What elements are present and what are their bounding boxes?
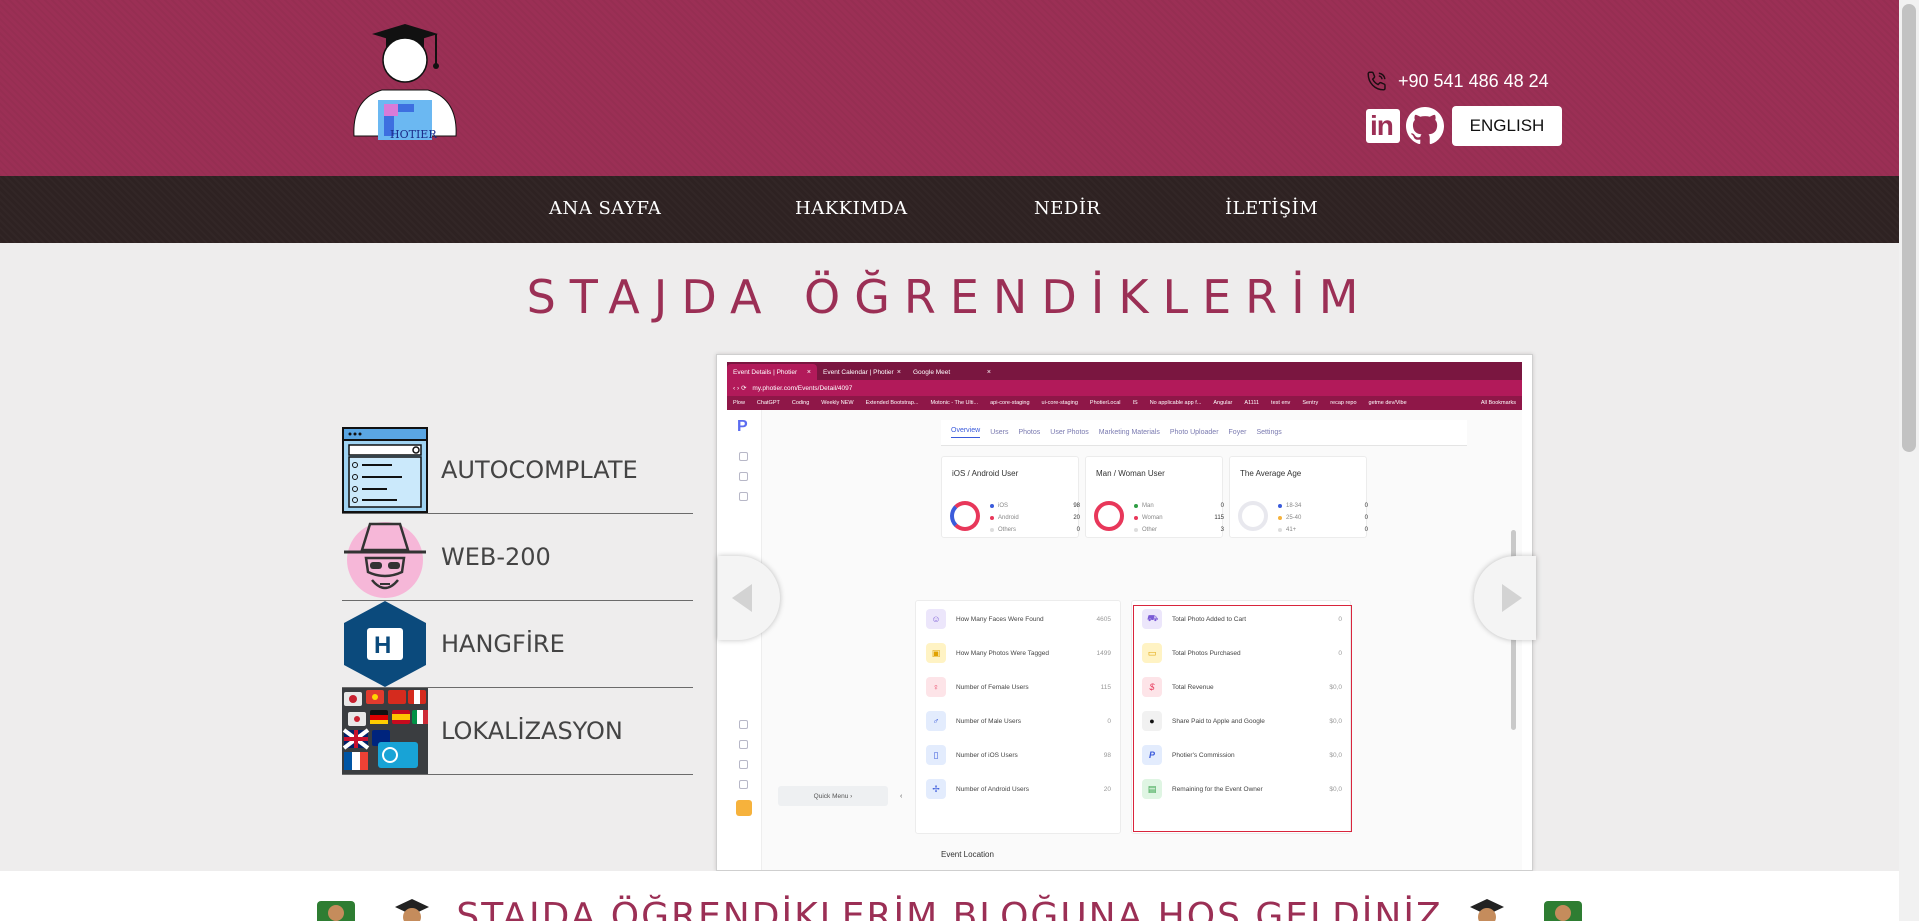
stat-card: Man / Woman User Man 0 Woman 115 Other 3	[1085, 456, 1224, 538]
phone-text: +90 541 486 48 24	[1398, 70, 1549, 91]
app-sidebar: P	[727, 410, 762, 870]
technologist-emoji-icon	[1543, 901, 1582, 921]
main-nav: ANA SAYFA HAKKIMDA NEDİR İLETİŞİM	[0, 176, 1899, 243]
page-scrollbar[interactable]	[1899, 0, 1919, 921]
logo-text: HOTIER	[390, 128, 437, 141]
student-emoji-icon	[1470, 899, 1505, 921]
topic-label: WEB-200	[441, 543, 551, 571]
image-slider: Event Details | Photier × Event Calendar …	[716, 354, 1533, 871]
dashboard-tabs: Overview Users Photos User Photos Market…	[941, 420, 1467, 446]
contact-block: +90 541 486 48 24	[1366, 70, 1549, 92]
photier-logo[interactable]: HOTIER	[342, 24, 468, 150]
topic-hangfire[interactable]: H HANGFİRE	[342, 601, 693, 688]
stat-card: iOS / Android User iOS 98 Android 20 Other…	[941, 456, 1080, 538]
chevron-right-icon	[1502, 584, 1522, 612]
nav-item-home[interactable]: ANA SAYFA	[549, 198, 661, 219]
browser-tab[interactable]: Google Meet ×	[907, 364, 997, 380]
sidebar-icon	[739, 492, 748, 501]
nav-item-about[interactable]: HAKKIMDA	[795, 198, 908, 219]
svg-text:H: H	[374, 632, 391, 659]
browser-url-bar: ‹ › ⟳ my.photier.com/Events/Detail/4097	[727, 380, 1522, 396]
topic-label: LOKALİZASYON	[441, 717, 623, 745]
topic-label: HANGFİRE	[441, 630, 565, 658]
sidebar-icon	[739, 452, 748, 461]
technologist-emoji-icon	[317, 901, 356, 921]
collapse-toggle[interactable]: ‹	[900, 793, 902, 800]
autocomplete-icon	[342, 427, 428, 513]
browser-tab[interactable]: Event Calendar | Photier ×	[817, 364, 907, 380]
topic-label: AUTOCOMPLATE	[441, 456, 638, 484]
quick-menu-button[interactable]: Quick Menu ›	[778, 786, 888, 806]
highlight-box	[1133, 605, 1352, 832]
user-avatar	[736, 800, 752, 816]
stat-card: The Average Age 18-34 0 25-40 0 41+ 0	[1229, 456, 1368, 538]
topic-localization[interactable]: LOKALİZASYON	[342, 688, 693, 775]
sidebar-icon	[739, 740, 748, 749]
browser-tab-bar: Event Details | Photier × Event Calendar …	[727, 362, 1522, 380]
event-location-heading: Event Location	[941, 850, 994, 859]
student-emoji-icon	[394, 899, 429, 921]
sidebar-icon	[739, 760, 748, 769]
sidebar-icon	[739, 472, 748, 481]
keyboard-flags-icon	[342, 688, 428, 774]
hacker-icon	[344, 522, 426, 598]
app-logo: P	[737, 418, 748, 435]
browser-url: my.photier.com/Events/Detail/4097	[752, 384, 853, 392]
sidebar-icon	[739, 780, 748, 789]
browser-bookmarks-bar: Plow ChatGPT Coding Weekly NEW Extended …	[727, 396, 1522, 410]
topic-web200[interactable]: WEB-200	[342, 514, 693, 601]
welcome-heading: STAJDA ÖĞRENDİKLERİM BLOĞUNA HOŞ GELDİNİ…	[0, 897, 1899, 921]
phone-number[interactable]: +90 541 486 48 24	[1366, 70, 1549, 92]
hangfire-icon: H	[344, 601, 426, 687]
nav-item-contact[interactable]: İLETİŞİM	[1225, 198, 1318, 219]
chevron-left-icon	[732, 584, 752, 612]
stats-card-left: ☺ How Many Faces Were Found 4605 ▣ How Many…	[915, 600, 1121, 834]
dashboard-screenshot: P Overview Users Photos User Photos Mark…	[727, 410, 1522, 870]
language-button[interactable]: ENGLISH	[1452, 106, 1562, 146]
phone-icon	[1367, 71, 1386, 91]
topic-list: AUTOCOMPLATE WEB-200 H HANGFİRE LOKALİZA…	[342, 427, 693, 775]
site-header: HOTIER +90 541 486 48 24 in ENGLISH	[0, 0, 1899, 176]
social-links: in ENGLISH	[1366, 106, 1562, 146]
scrollbar-thumb[interactable]	[1902, 4, 1916, 452]
linkedin-icon[interactable]: in	[1366, 109, 1400, 143]
topic-autocomplete[interactable]: AUTOCOMPLATE	[342, 427, 693, 514]
page-title: STAJDA ÖĞRENDİKLERİM	[526, 270, 1373, 324]
github-icon[interactable]	[1406, 107, 1444, 145]
browser-tab[interactable]: Event Details | Photier ×	[727, 364, 817, 380]
sidebar-icon	[739, 720, 748, 729]
nav-item-what[interactable]: NEDİR	[1034, 198, 1100, 219]
